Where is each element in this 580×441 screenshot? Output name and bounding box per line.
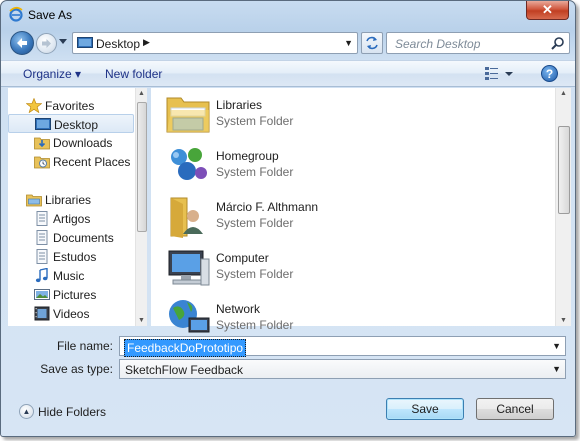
cancel-button[interactable]: Cancel [476,398,554,420]
breadcrumb-arrow-icon[interactable]: ▶ [143,37,150,48]
back-arrow-icon [17,38,27,48]
file-type: System Folder [216,267,294,281]
file-item-computer[interactable]: Computer System Folder [165,245,465,291]
libraries-header[interactable]: Libraries [8,190,134,209]
sidebar-item-videos[interactable]: Videos [8,304,134,323]
sidebar-item-recent-places[interactable]: Recent Places [8,152,134,171]
save-as-dialog: Save As ✕ Desktop ▶ ▼ Search Desktop Org… [0,0,576,437]
save-type-select[interactable]: SketchFlow Feedback ▼ [119,359,566,379]
desktop-icon [35,118,51,130]
file-item-user-folder[interactable]: Márcio F. Althmann System Folder [165,194,465,240]
music-icon [35,268,48,283]
save-button[interactable]: Save [386,398,464,420]
file-item-homegroup[interactable]: Homegroup System Folder [165,143,465,189]
file-type: System Folder [216,114,294,128]
libraries-icon [166,97,210,133]
window-title: Save As [28,8,73,22]
homegroup-icon [171,148,207,180]
file-name-label: File name: [56,339,113,353]
forward-arrow-icon [42,39,51,48]
change-view-button[interactable] [483,65,515,83]
save-type-dropdown-icon[interactable]: ▼ [552,364,561,374]
star-icon [26,98,42,113]
file-name-field[interactable]: FeedbackDoPrototipo ▼ [119,336,566,357]
scroll-up-icon[interactable]: ▲ [138,90,145,97]
sidebar-item-estudos[interactable]: Estudos [8,247,134,266]
refresh-icon [366,36,378,50]
navigation-pane: Favorites Desktop Downloads Recent Place… [8,88,147,326]
sidebar-item-label: Videos [53,307,90,321]
document-library-icon [36,211,48,226]
file-list-scrollbar[interactable]: ▲ ▼ [555,88,571,326]
address-dropdown-icon[interactable]: ▼ [344,38,353,48]
sidebar-item-downloads[interactable]: Downloads [8,133,134,152]
command-toolbar: Organize ▾ New folder ? [1,60,575,87]
view-options-icon [485,67,513,80]
file-name-dropdown-icon[interactable]: ▼ [552,341,561,351]
libraries-icon [26,194,42,207]
title-bar: Save As ✕ [1,1,575,29]
videos-icon [34,306,50,321]
sidebar-item-artigos[interactable]: Artigos [8,209,134,228]
recent-places-icon [34,156,50,169]
forward-button[interactable] [36,33,57,54]
new-folder-button[interactable]: New folder [105,67,162,81]
file-name: Computer [216,251,269,265]
favorites-label: Favorites [45,99,95,113]
document-library-icon [36,249,48,264]
sidebar-item-label: Desktop [54,118,99,132]
address-bar[interactable]: Desktop ▶ ▼ [72,32,358,54]
scrollbar-thumb[interactable] [137,102,147,232]
sidebar-item-desktop[interactable]: Desktop [8,114,134,133]
file-name: Márcio F. Althmann [216,200,319,214]
scroll-up-icon[interactable]: ▲ [560,90,567,97]
sidebar-item-music[interactable]: Music [8,266,134,285]
downloads-folder-icon [34,137,50,150]
sidebar-item-label: Music [53,269,85,283]
save-form: File name: FeedbackDoPrototipo ▼ Save as… [1,328,575,436]
refresh-button[interactable] [361,32,383,54]
chevron-up-icon: ▲ [19,404,34,419]
search-icon[interactable] [550,36,565,51]
search-box[interactable]: Search Desktop [386,32,570,54]
save-type-label: Save as type: [40,362,113,376]
address-path[interactable]: Desktop [96,37,140,51]
computer-icon [168,250,210,286]
search-input[interactable]: Search Desktop [395,37,480,51]
sidebar-item-pictures[interactable]: Pictures [8,285,134,304]
sidebar-item-documents[interactable]: Documents [8,228,134,247]
file-name: Homegroup [216,149,279,163]
desktop-icon [77,37,93,48]
sidebar-item-label: Pictures [53,288,97,302]
hide-folders-label: Hide Folders [38,405,107,419]
sidebar-item-label: Artigos [53,212,91,226]
internet-explorer-icon [9,6,23,22]
organize-menu[interactable]: Organize ▾ [23,67,81,81]
user-folder-icon [170,197,203,238]
scroll-down-icon[interactable]: ▼ [138,317,145,324]
close-button[interactable]: ✕ [526,1,569,20]
back-button[interactable] [10,31,34,55]
help-button[interactable]: ? [541,65,558,82]
file-name: Libraries [216,98,263,112]
sidebar-item-label: Recent Places [53,155,131,169]
history-dropdown-icon[interactable] [59,39,67,45]
sidebar-item-label: Documents [53,231,114,245]
sidebar-item-label: Estudos [53,250,97,264]
scroll-down-icon[interactable]: ▼ [560,317,567,324]
file-item-libraries[interactable]: Libraries System Folder [165,92,465,138]
favorites-header[interactable]: Favorites [8,96,134,115]
scrollbar-thumb[interactable] [558,126,570,214]
save-type-value: SketchFlow Feedback [125,363,244,377]
navigation-scrollbar[interactable]: ▲ ▼ [135,88,147,326]
libraries-label: Libraries [45,193,92,207]
file-list: Libraries System Folder Homegroup System… [151,88,571,333]
file-name-value[interactable]: FeedbackDoPrototipo [124,339,247,357]
documents-icon [36,230,48,245]
pictures-icon [34,289,50,300]
file-name: Network [216,302,261,316]
file-type: System Folder [216,165,294,179]
sidebar-item-label: Downloads [53,136,113,150]
file-type: System Folder [216,216,294,230]
